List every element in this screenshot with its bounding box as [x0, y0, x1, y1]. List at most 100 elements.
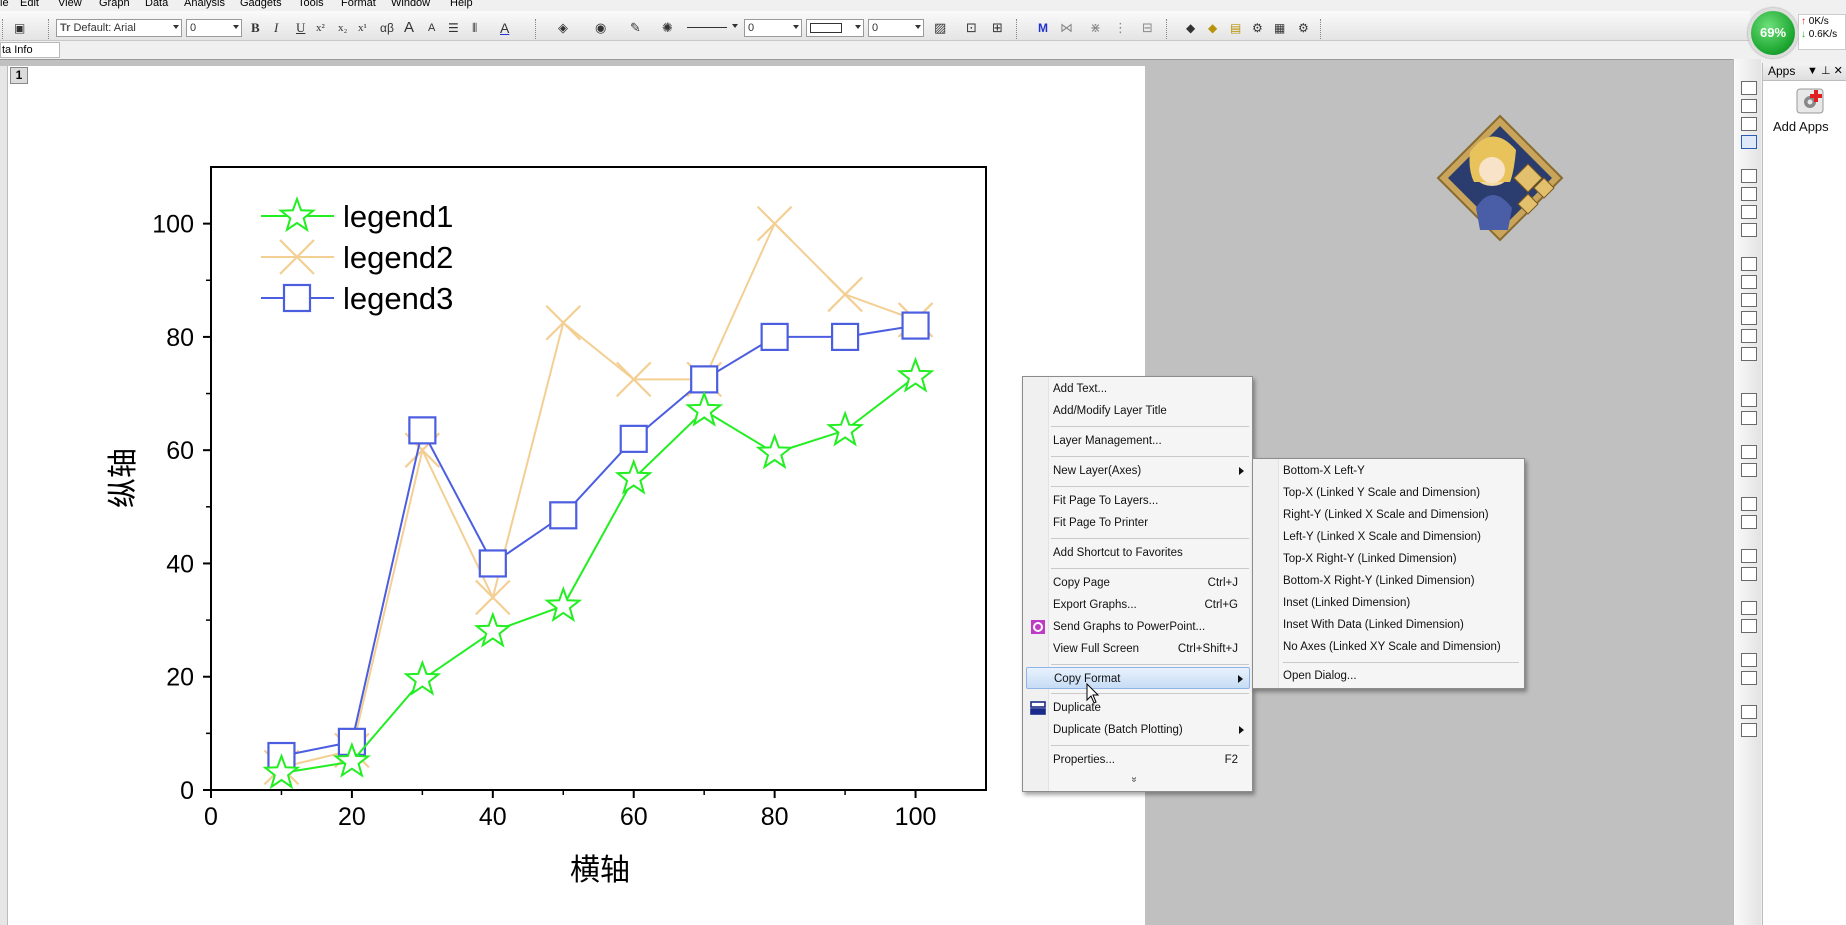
code-builder-icon[interactable]: ◆: [1208, 19, 1217, 37]
menu-item-export-graphs[interactable]: Export Graphs... Ctrl+G: [1026, 594, 1250, 616]
front-icon[interactable]: [1741, 601, 1757, 615]
font-size-select[interactable]: 0: [186, 19, 242, 37]
symbol-icon[interactable]: ✺: [662, 19, 673, 37]
menu-tools[interactable]: Tools: [298, 0, 324, 9]
zoom-extents-icon[interactable]: ⋈: [1060, 19, 1073, 37]
line-width-select[interactable]: 0: [744, 19, 802, 37]
graph-page[interactable]: [8, 66, 1145, 925]
menu-data[interactable]: Data: [145, 0, 168, 9]
menu-help[interactable]: Help: [450, 0, 473, 9]
submenu-item-bottom-x-right-y[interactable]: Bottom-X Right-Y (Linked Dimension): [1283, 570, 1475, 592]
toolbar-grip[interactable]: [1320, 19, 1324, 39]
batch-icon[interactable]: ▦: [1274, 19, 1285, 37]
menu-file[interactable]: le: [0, 0, 9, 9]
distribute-h-icon[interactable]: [1741, 497, 1757, 511]
gear-icon[interactable]: ⚙: [1252, 19, 1263, 37]
grow-font-button[interactable]: A: [404, 19, 414, 37]
font-name-select[interactable]: Tr Default: Arial: [56, 19, 182, 37]
lock-icon[interactable]: ⊟: [1142, 19, 1153, 37]
submenu-item-no-axes[interactable]: No Axes (Linked XY Scale and Dimension): [1283, 636, 1501, 658]
border-style-select[interactable]: [806, 19, 864, 37]
align-left-icon[interactable]: [1741, 445, 1757, 459]
object-manager-icon[interactable]: ◆: [1186, 19, 1195, 37]
info-tab[interactable]: ta Info: [0, 42, 60, 58]
axis-bottom-icon[interactable]: [1741, 257, 1757, 271]
rescale-icon[interactable]: [1741, 99, 1757, 113]
align-bottom-icon[interactable]: [1741, 411, 1757, 425]
same-height-icon[interactable]: [1741, 567, 1757, 581]
menu-item-view-full-screen[interactable]: View Full Screen Ctrl+Shift+J: [1026, 638, 1250, 660]
axis-red-icon[interactable]: [1741, 347, 1757, 361]
layer-icon[interactable]: [1741, 169, 1757, 183]
group-icon[interactable]: [1741, 653, 1757, 667]
submenu-item-top-x-right-y[interactable]: Top-X Right-Y (Linked Dimension): [1283, 548, 1457, 570]
align-top-icon[interactable]: [1741, 393, 1757, 407]
superscript-button[interactable]: x²: [316, 19, 325, 37]
bold-button[interactable]: B: [251, 19, 260, 37]
paste-icon[interactable]: ▣: [14, 19, 25, 37]
superscript-button-alt[interactable]: x¹: [358, 19, 367, 37]
submenu-item-right-y[interactable]: Right-Y (Linked X Scale and Dimension): [1283, 504, 1489, 526]
toolbar-grip[interactable]: [535, 19, 539, 39]
submenu-item-top-x[interactable]: Top-X (Linked Y Scale and Dimension): [1283, 482, 1480, 504]
line-style-select[interactable]: [684, 19, 740, 37]
underline-button[interactable]: U: [296, 19, 305, 37]
zoom-in-icon[interactable]: [1741, 117, 1757, 131]
pattern-icon[interactable]: ◉: [595, 19, 606, 37]
shrink-font-button[interactable]: A: [428, 19, 435, 37]
select-data-icon[interactable]: [1741, 723, 1757, 737]
add-layer-icon[interactable]: [1741, 187, 1757, 201]
back-icon[interactable]: [1741, 619, 1757, 633]
menu-view[interactable]: View: [58, 0, 82, 9]
menu-item-add-favorites[interactable]: Add Shortcut to Favorites: [1026, 542, 1250, 564]
submenu-item-inset[interactable]: Inset (Linked Dimension): [1283, 592, 1410, 614]
menu-item-fit-layers[interactable]: Fit Page To Layers...: [1026, 490, 1250, 512]
toolbar-grip[interactable]: [1166, 19, 1170, 39]
menu-item-copy-format[interactable]: Copy Format: [1026, 667, 1250, 689]
italic-button[interactable]: I: [274, 19, 278, 37]
zoom-icon[interactable]: [1741, 81, 1757, 95]
menu-item-send-powerpoint[interactable]: Send Graphs to PowerPoint...: [1026, 616, 1250, 638]
menu-item-add-text[interactable]: Add Text...: [1026, 378, 1250, 400]
select-region-icon[interactable]: [1741, 705, 1757, 719]
expand-menu-icon[interactable]: »: [1128, 777, 1139, 783]
submenu-item-bottom-x-left-y[interactable]: Bottom-X Left-Y: [1283, 460, 1365, 482]
menu-item-fit-printer[interactable]: Fit Page To Printer: [1026, 512, 1250, 534]
menu-item-layer-management[interactable]: Layer Management...: [1026, 430, 1250, 452]
menu-window[interactable]: Window: [391, 0, 430, 9]
menu-analysis[interactable]: Analysis: [184, 0, 225, 9]
menu-item-duplicate-batch[interactable]: Duplicate (Batch Plotting): [1026, 719, 1250, 741]
merge-icon[interactable]: [1741, 205, 1757, 219]
folder-icon[interactable]: ▤: [1230, 19, 1241, 37]
extract-icon[interactable]: [1741, 223, 1757, 237]
axis-right-icon[interactable]: [1741, 293, 1757, 307]
add-apps-label[interactable]: Add Apps: [1773, 119, 1829, 134]
pointer-icon[interactable]: [1741, 135, 1757, 149]
ungroup-icon[interactable]: [1741, 671, 1757, 685]
panel-controls[interactable]: ▼ ⊥ ✕: [1807, 63, 1843, 80]
menu-edit[interactable]: Edit: [20, 0, 39, 9]
fill-bucket-icon[interactable]: ◈: [558, 19, 568, 37]
font-color-button[interactable]: A: [500, 19, 509, 37]
align-right-icon[interactable]: [1741, 463, 1757, 477]
distribute-v-icon[interactable]: [1741, 515, 1757, 529]
menu-item-duplicate[interactable]: Duplicate: [1026, 697, 1250, 719]
cursor-mode-button[interactable]: M: [1038, 19, 1048, 37]
axis-left-icon[interactable]: [1741, 329, 1757, 343]
menu-graph[interactable]: Graph: [99, 0, 130, 9]
add-apps-icon[interactable]: [1795, 87, 1825, 115]
settings-icon[interactable]: ⚙: [1298, 19, 1309, 37]
distribute-icon[interactable]: ⋮: [1114, 19, 1127, 37]
subscript-button[interactable]: x₂: [338, 19, 347, 37]
toolbar-grip[interactable]: [2, 19, 6, 39]
menu-item-new-layer[interactable]: New Layer(Axes): [1026, 460, 1250, 482]
same-width-icon[interactable]: [1741, 549, 1757, 563]
menu-format[interactable]: Format: [341, 0, 376, 9]
submenu-item-inset-with-data[interactable]: Inset With Data (Linked Dimension): [1283, 614, 1464, 636]
line-color-icon[interactable]: ✎: [630, 19, 641, 37]
menu-item-copy-page[interactable]: Copy Page Ctrl+J: [1026, 572, 1250, 594]
border-icon[interactable]: ⊡: [966, 19, 977, 37]
submenu-item-open-dialog[interactable]: Open Dialog...: [1283, 665, 1357, 687]
align-left-icon[interactable]: ☰: [448, 19, 459, 37]
toolbar-grip[interactable]: [48, 19, 52, 39]
